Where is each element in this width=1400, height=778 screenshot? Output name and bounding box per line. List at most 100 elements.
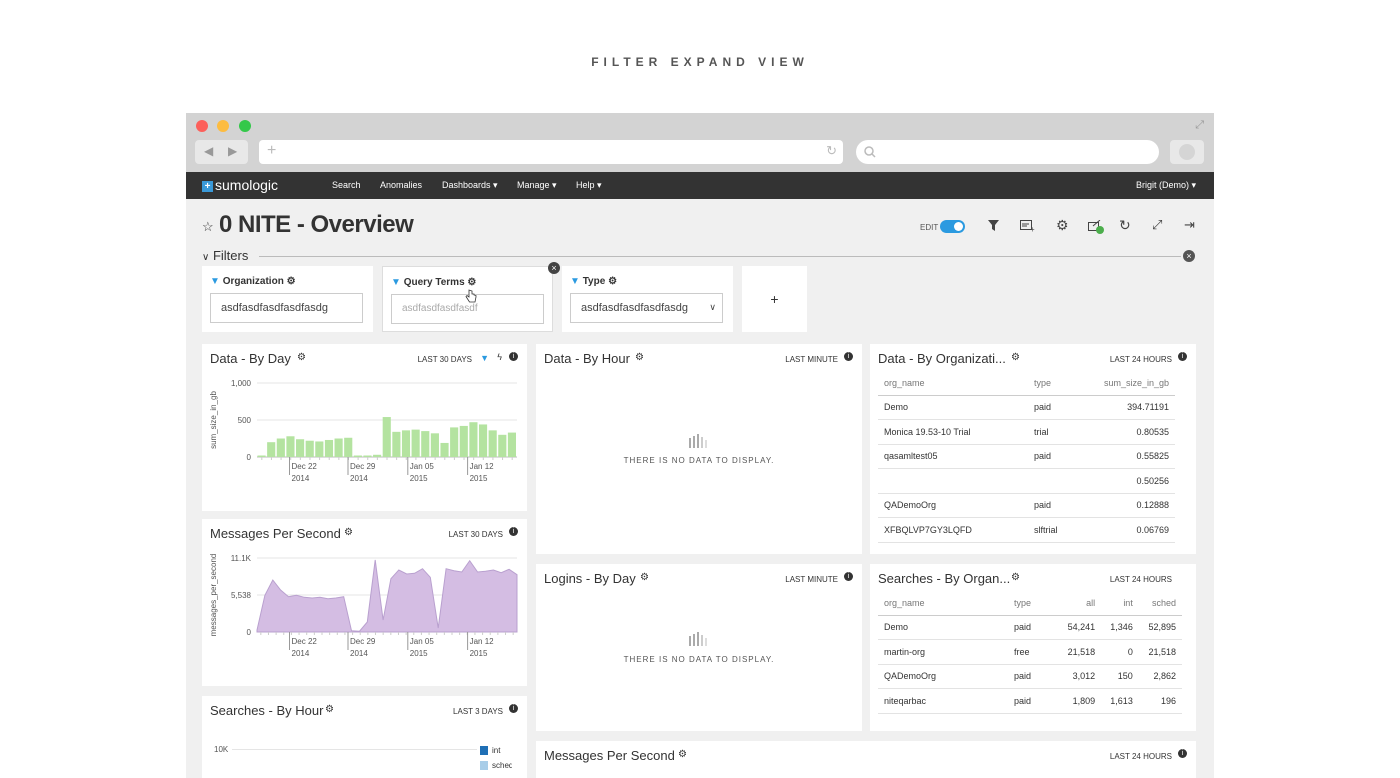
nav-search[interactable]: Search: [332, 180, 361, 190]
gear-icon[interactable]: ⚙: [287, 276, 296, 287]
x-tick-label: 2014: [350, 649, 368, 658]
nav-anomalies[interactable]: Anomalies: [380, 180, 422, 190]
gear-icon[interactable]: ⚙: [608, 276, 617, 287]
reload-icon[interactable]: ↻: [826, 143, 837, 159]
column-header[interactable]: sched: [1138, 591, 1182, 616]
gear-icon[interactable]: ⚙: [344, 527, 353, 538]
time-range: LAST 24 HOURS: [1109, 575, 1172, 584]
column-header[interactable]: org_name: [878, 591, 1008, 616]
info-icon[interactable]: i: [509, 352, 518, 361]
gear-icon[interactable]: ⚙: [678, 749, 687, 760]
remove-filter-icon[interactable]: ×: [548, 262, 560, 274]
info-icon[interactable]: i: [844, 352, 853, 361]
forward-arrow-icon[interactable]: ▶: [228, 144, 237, 158]
bar: [344, 437, 353, 457]
table-row[interactable]: QADemoOrg paid 3,012 150 2,862: [878, 664, 1182, 689]
info-icon[interactable]: i: [1178, 749, 1187, 758]
table-row[interactable]: qasamltest05 paid 0.55825: [878, 444, 1175, 469]
browser-profile-button[interactable]: [1170, 140, 1204, 164]
time-range: LAST 3 DAYS: [453, 707, 503, 716]
bar: [373, 454, 382, 457]
filter-icon[interactable]: ▼: [480, 353, 489, 363]
column-header[interactable]: sum_size_in_gb: [1083, 371, 1175, 396]
info-icon[interactable]: i: [509, 527, 518, 536]
gear-icon[interactable]: ⚙: [635, 352, 644, 363]
user-menu[interactable]: Brigit (Demo) ▾: [1136, 180, 1196, 191]
gear-icon[interactable]: ⚙: [325, 704, 334, 715]
nav-dashboards[interactable]: Dashboards ▾: [442, 180, 498, 191]
address-bar[interactable]: + ↻: [259, 140, 843, 164]
table-cell: 0.80535: [1083, 419, 1175, 445]
profile-avatar-icon: [1179, 144, 1195, 160]
gear-icon[interactable]: ⚙: [1011, 572, 1020, 583]
table-cell: 52,895: [1138, 615, 1182, 640]
gear-icon[interactable]: ⚙: [640, 572, 649, 583]
close-window-icon[interactable]: [196, 120, 208, 132]
table-row[interactable]: 0.50256: [878, 468, 1175, 494]
column-header[interactable]: type: [1028, 371, 1083, 396]
bar: [440, 442, 449, 457]
table-cell: paid: [1028, 493, 1083, 518]
table-cell: paid: [1028, 444, 1083, 469]
sumologic-logo[interactable]: + sumologic: [202, 177, 278, 193]
table-cell: paid: [1028, 395, 1083, 420]
bar: [296, 439, 305, 457]
filter-icon[interactable]: [988, 220, 999, 231]
new-tab-plus-icon[interactable]: +: [267, 142, 276, 160]
column-header[interactable]: all: [1058, 591, 1102, 616]
lightning-icon[interactable]: ϟ: [497, 352, 502, 362]
nav-help[interactable]: Help ▾: [576, 180, 602, 191]
close-filters-icon[interactable]: ×: [1183, 250, 1195, 262]
table-cell: qasamltest05: [878, 444, 1028, 469]
fullscreen-icon[interactable]: ⤢: [1195, 119, 1204, 132]
gear-icon[interactable]: ⚙: [1011, 352, 1020, 363]
gear-icon[interactable]: ⚙: [297, 352, 306, 363]
filters-header[interactable]: ∨ Filters: [202, 248, 248, 263]
bar: [421, 431, 430, 457]
info-icon[interactable]: i: [1178, 352, 1187, 361]
table-row[interactable]: XFBQLVP7GY3LQFD slftrial 0.06769: [878, 517, 1175, 543]
organization-filter-input[interactable]: asdfasdfasdfasdfasdg: [210, 293, 363, 323]
column-header[interactable]: org_name: [878, 371, 1028, 396]
settings-gear-icon[interactable]: ⚙: [1056, 217, 1069, 234]
share-icon[interactable]: [1088, 220, 1104, 234]
bar: [363, 455, 372, 457]
table-cell: 1,346: [1101, 615, 1139, 640]
legend-swatch-int: [480, 746, 488, 755]
table-row[interactable]: Demo paid 394.71191: [878, 395, 1175, 420]
panel-title: Data - By Organizati...: [878, 351, 1006, 366]
expand-icon[interactable]: ⤢: [1152, 217, 1162, 233]
info-icon[interactable]: i: [844, 572, 853, 581]
gear-icon[interactable]: ⚙: [467, 277, 476, 288]
table-row[interactable]: martin-org free 21,518 0 21,518: [878, 639, 1182, 665]
table-row[interactable]: Monica 19.53-10 Trial trial 0.80535: [878, 419, 1175, 445]
add-filter-button[interactable]: +: [742, 266, 807, 332]
edit-toggle[interactable]: [940, 220, 965, 233]
table-cell: 0.06769: [1083, 517, 1175, 543]
time-range: LAST 24 HOURS: [1109, 752, 1172, 761]
minimize-window-icon[interactable]: [217, 120, 229, 132]
browser-search-bar[interactable]: [856, 140, 1159, 164]
bar: [507, 432, 516, 457]
panel-messages-per-second: Messages Per Second ⚙ LAST 30 DAYS i mes…: [202, 519, 527, 686]
table-cell: paid: [1008, 688, 1058, 714]
area-series: [256, 559, 518, 633]
column-header[interactable]: int: [1101, 591, 1139, 616]
favorite-star-icon[interactable]: ☆: [202, 219, 214, 235]
bar: [382, 417, 391, 457]
column-header[interactable]: type: [1008, 591, 1058, 616]
table-cell: [878, 468, 1028, 494]
table-row[interactable]: Demo paid 54,241 1,346 52,895: [878, 615, 1182, 640]
table-row[interactable]: QADemoOrg paid 0.12888: [878, 493, 1175, 518]
back-arrow-icon[interactable]: ◀: [204, 144, 213, 158]
add-panel-icon[interactable]: +: [1020, 220, 1035, 232]
y-tick-label: 11.1K: [231, 554, 252, 563]
nav-manage[interactable]: Manage ▾: [517, 180, 557, 191]
type-filter-select[interactable]: asdfasdfasdfasdfasdg ∨: [570, 293, 723, 323]
table-row[interactable]: niteqarbac paid 1,809 1,613 196: [878, 688, 1182, 714]
exit-icon[interactable]: ⇥: [1184, 217, 1195, 233]
maximize-window-icon[interactable]: [239, 120, 251, 132]
refresh-icon[interactable]: ↻: [1119, 217, 1131, 234]
time-range: LAST 30 DAYS: [417, 355, 472, 364]
info-icon[interactable]: i: [509, 704, 518, 713]
